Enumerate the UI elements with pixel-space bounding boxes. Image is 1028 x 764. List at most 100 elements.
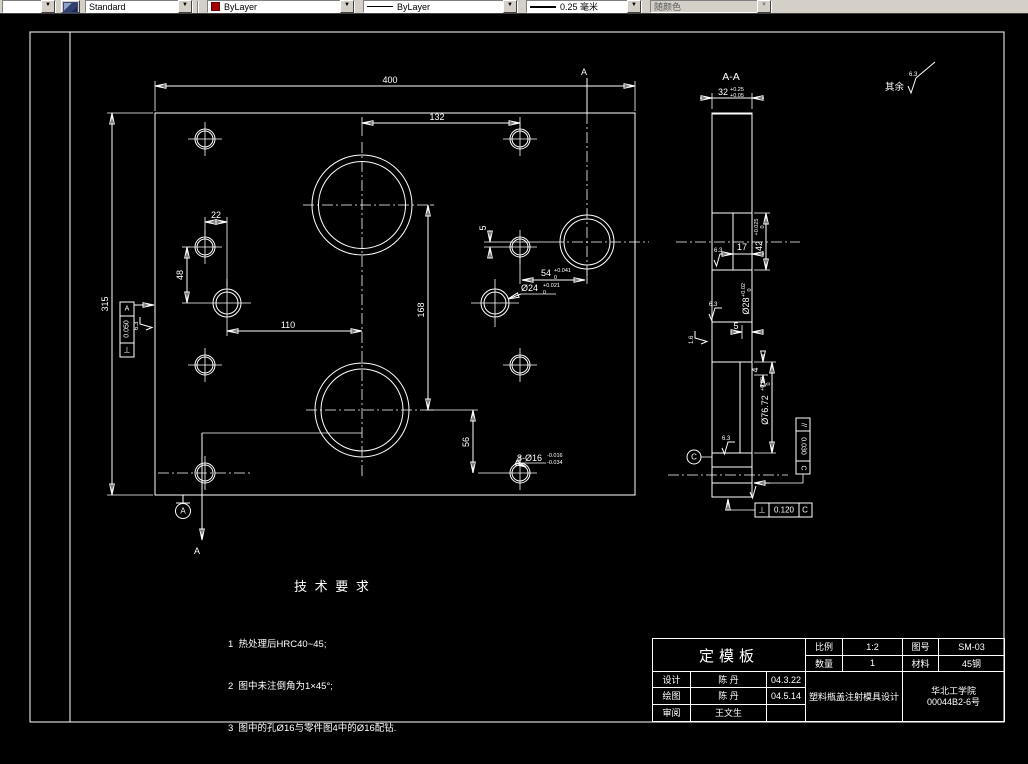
chevron-down-icon[interactable]: ▼ bbox=[627, 0, 641, 13]
svg-text:5: 5 bbox=[478, 225, 488, 230]
chevron-down-icon[interactable]: ▼ bbox=[340, 0, 354, 13]
chevron-down-icon[interactable]: ▼ bbox=[178, 0, 192, 13]
linetype-combo[interactable]: ByLayer ▼ bbox=[363, 0, 518, 13]
svg-text:0: 0 bbox=[747, 288, 753, 291]
chevron-down-icon[interactable]: ▼ bbox=[757, 0, 771, 13]
fcf-parallelism-c: // 0.030 C bbox=[753, 417, 811, 486]
svg-text:6.3: 6.3 bbox=[709, 302, 718, 308]
color-value: ByLayer bbox=[224, 1, 258, 12]
svg-text:48: 48 bbox=[175, 270, 185, 280]
left-partial-combo[interactable]: ▼ bbox=[2, 0, 56, 13]
svg-text:Ø28: Ø28 bbox=[741, 297, 751, 314]
svg-text:0: 0 bbox=[543, 290, 546, 296]
plotstyle-combo[interactable]: 随颜色 ▼ bbox=[650, 0, 772, 13]
svg-text:0.050: 0.050 bbox=[124, 320, 131, 338]
scale-value: 1:2 bbox=[843, 639, 903, 656]
toolbar: ▼ Standard ▼ ByLayer ▼ ByLayer ▼ 0.25 毫米… bbox=[0, 0, 1028, 14]
draft-date: 04.5.14 bbox=[767, 688, 806, 705]
review-name: 王文生 bbox=[691, 704, 767, 721]
review-date bbox=[767, 704, 806, 721]
svg-text:1.6: 1.6 bbox=[689, 335, 695, 344]
notes-title: 技 术 要 求 bbox=[294, 579, 371, 594]
chevron-down-icon[interactable]: ▼ bbox=[503, 0, 517, 13]
svg-text:Ø76.72: Ø76.72 bbox=[760, 395, 770, 425]
fcf-perpendicularity-c: ⊥ 0.120 C bbox=[725, 498, 813, 518]
design-name: 陈 丹 bbox=[691, 672, 767, 689]
material-label: 材料 bbox=[903, 655, 939, 672]
lineweight-value: 0.25 毫米 bbox=[560, 2, 599, 12]
lineweight-combo[interactable]: 0.25 毫米 ▼ bbox=[526, 0, 642, 13]
cad-model-space[interactable]: A A 400 132 315 22 48 110 168 56 54 +0.0… bbox=[0, 14, 1028, 736]
dim-54: 54 +0.041 0 bbox=[519, 257, 588, 284]
qty-label: 数量 bbox=[806, 655, 843, 672]
scale-label: 比例 bbox=[806, 639, 843, 656]
design-label: 设计 bbox=[653, 672, 691, 689]
svg-text:22: 22 bbox=[211, 210, 221, 220]
dim-315: 315 bbox=[100, 112, 153, 496]
dim-56: 56 bbox=[426, 409, 503, 474]
review-label: 审阅 bbox=[653, 704, 691, 721]
svg-text:4: 4 bbox=[750, 367, 760, 372]
svg-text:168: 168 bbox=[416, 302, 426, 317]
chevron-down-icon[interactable]: ▼ bbox=[41, 0, 55, 13]
design-date: 04.3.22 bbox=[767, 672, 806, 689]
section-view: A-A 32 +0.25 +0.05 42 +0.025 0 17 5 Ø28 … bbox=[668, 71, 813, 518]
svg-text:5: 5 bbox=[733, 321, 738, 331]
svg-text:6.3: 6.3 bbox=[714, 248, 723, 254]
title-block: 定模板 比例 1:2 图号 SM-03 数量 1 材料 45钢 设计 陈 丹 0… bbox=[652, 638, 1005, 722]
svg-text:C: C bbox=[802, 506, 808, 515]
svg-text:6.3: 6.3 bbox=[722, 436, 731, 442]
note-item: 2 图中未注倒角为1×45°; bbox=[228, 681, 333, 692]
svg-text:17: 17 bbox=[737, 242, 747, 252]
svg-text:⊥: ⊥ bbox=[759, 506, 766, 515]
dim-400: 400 bbox=[154, 75, 636, 111]
drawing-frame bbox=[29, 31, 1005, 723]
roughness-mark: 6.3 bbox=[708, 302, 722, 322]
dim-dia28: Ø28 +0.02 0 bbox=[741, 283, 753, 314]
text-style-combo[interactable]: Standard ▼ bbox=[85, 0, 193, 13]
dim-110: 110 bbox=[226, 320, 363, 336]
svg-text:54: 54 bbox=[541, 268, 551, 278]
svg-text:⊥: ⊥ bbox=[124, 346, 131, 355]
callout-8-dia16: 8-Ø16 -0.016 -0.034 bbox=[514, 453, 563, 468]
section-title: A-A bbox=[722, 71, 740, 83]
dim-22: 22 bbox=[204, 210, 228, 287]
svg-text:0: 0 bbox=[760, 225, 766, 228]
dim-dia76: Ø76.72 +0.02 0 bbox=[754, 361, 776, 454]
toolbar-separator bbox=[197, 0, 199, 13]
svg-text:32: 32 bbox=[718, 87, 728, 97]
dim-5-section: 5 bbox=[730, 321, 764, 339]
project-name: 塑料瓶盖注射模具设计 bbox=[806, 672, 903, 721]
org-name: 华北工学院 bbox=[930, 685, 976, 696]
hole-24-group bbox=[203, 279, 519, 327]
color-combo[interactable]: ByLayer ▼ bbox=[207, 0, 355, 13]
note-item: 1 热处理后HRC40~45; bbox=[228, 639, 327, 650]
svg-text:6.3: 6.3 bbox=[134, 321, 140, 330]
callout-dia24: Ø24 +0.021 0 bbox=[507, 283, 560, 300]
svg-text:110: 110 bbox=[281, 320, 295, 330]
hole-16-group bbox=[158, 122, 537, 490]
drawing-canvas[interactable]: A A 400 132 315 22 48 110 168 56 54 +0.0… bbox=[0, 14, 1028, 736]
color-swatch-icon bbox=[211, 2, 220, 11]
dim-132: 132 bbox=[361, 112, 521, 136]
lineweight-glyph-icon bbox=[530, 5, 556, 8]
main-view: A A 400 132 315 22 48 110 168 56 54 +0.0… bbox=[100, 67, 649, 556]
note-item: 3 图中的孔Ø16与零件图4中的Ø16配钻. bbox=[228, 723, 397, 734]
dim-42: 42 +0.025 0 bbox=[754, 212, 770, 271]
svg-text:C: C bbox=[691, 453, 697, 462]
linetype-value: ByLayer bbox=[397, 1, 431, 12]
drawing-no-value: SM-03 bbox=[939, 639, 1004, 656]
text-style-manager-button[interactable] bbox=[61, 0, 80, 13]
drawing-no-label: 图号 bbox=[903, 639, 939, 656]
svg-text:+0.05: +0.05 bbox=[730, 93, 744, 99]
svg-text:400: 400 bbox=[382, 75, 397, 85]
roughness-mark bbox=[749, 485, 757, 500]
section-arrow-bottom-label: A bbox=[194, 546, 200, 556]
roughness-mark-left: 6.3 bbox=[134, 317, 154, 331]
svg-text:8-Ø16: 8-Ø16 bbox=[517, 453, 542, 463]
svg-text:Ø24: Ø24 bbox=[521, 283, 538, 293]
material-value: 45钢 bbox=[939, 656, 1004, 672]
svg-text:6.3: 6.3 bbox=[909, 72, 918, 78]
section-arrow-top-label: A bbox=[581, 67, 587, 77]
svg-text:42: 42 bbox=[754, 241, 764, 251]
